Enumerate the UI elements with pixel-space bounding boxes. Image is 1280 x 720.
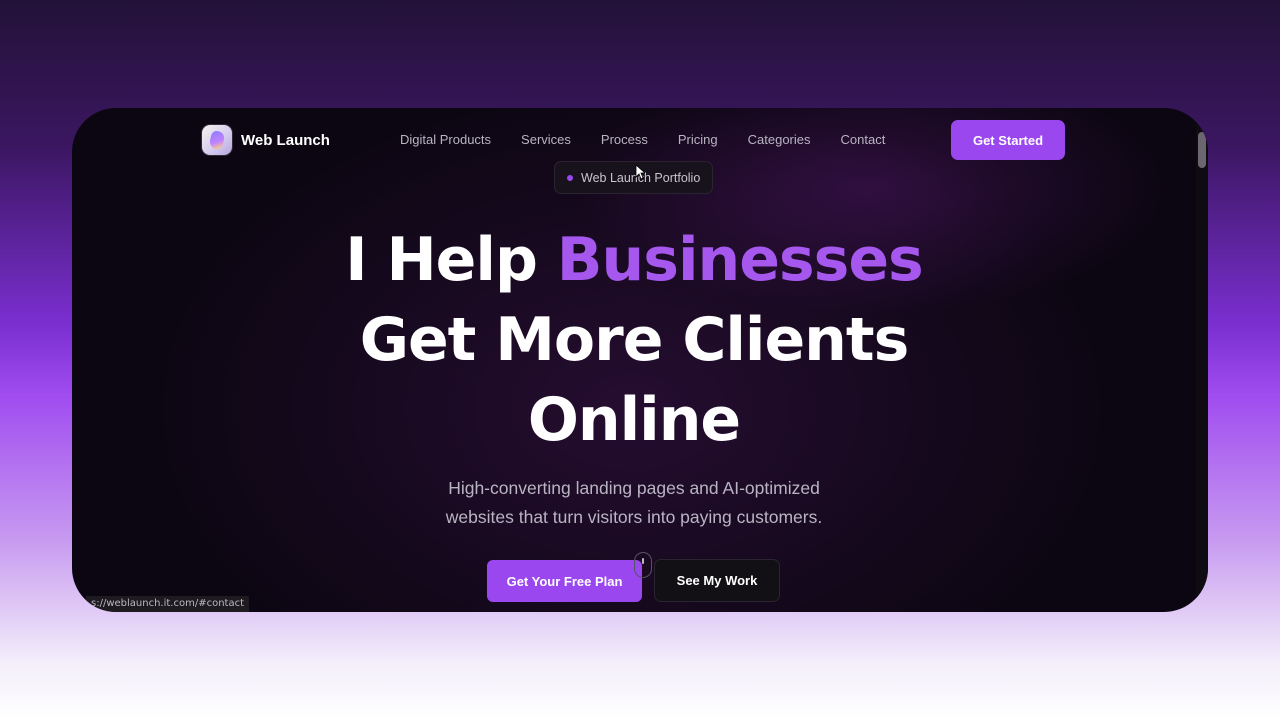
nav-link-services[interactable]: Services	[521, 132, 571, 147]
logo-text: Web Launch	[241, 131, 330, 149]
see-my-work-button[interactable]: See My Work	[654, 559, 780, 602]
nav-link-process[interactable]: Process	[601, 132, 648, 147]
hero-title: I Help Businesses Get More Clients Onlin…	[72, 220, 1196, 460]
status-dot-icon	[567, 174, 573, 181]
hero-title-line2: Get More Clients	[359, 305, 910, 375]
logo[interactable]: Web Launch	[202, 125, 330, 155]
nav-link-pricing[interactable]: Pricing	[678, 132, 718, 147]
hero-subtitle-line1: High-converting landing pages and AI-opt…	[448, 478, 820, 498]
hero-title-part1: I Help	[345, 225, 557, 295]
nav-links: Digital Products Services Process Pricin…	[400, 132, 885, 147]
free-plan-button[interactable]: Get Your Free Plan	[487, 560, 642, 602]
nav-link-contact[interactable]: Contact	[841, 132, 886, 147]
nav-link-categories[interactable]: Categories	[748, 132, 811, 147]
scroll-mouse-icon	[634, 552, 652, 578]
hero-title-line3: Online	[527, 385, 741, 455]
mouse-cursor-icon	[635, 164, 645, 180]
logo-icon	[202, 125, 232, 155]
scrollbar[interactable]	[1196, 108, 1208, 612]
scrollbar-thumb[interactable]	[1198, 132, 1206, 168]
browser-viewport: Web Launch Digital Products Services Pro…	[72, 108, 1208, 612]
nav-link-digital-products[interactable]: Digital Products	[400, 132, 491, 147]
hero-subtitle-line2: websites that turn visitors into paying …	[445, 507, 823, 527]
get-started-button[interactable]: Get Started	[951, 120, 1065, 160]
hero-subtitle: High-converting landing pages and AI-opt…	[72, 474, 1196, 532]
hero-title-accent: Businesses	[556, 225, 924, 295]
status-bar-url: s://weblaunch.it.com/#contact	[86, 596, 249, 612]
portfolio-tooltip: Web Launch Portfolio	[554, 161, 713, 194]
